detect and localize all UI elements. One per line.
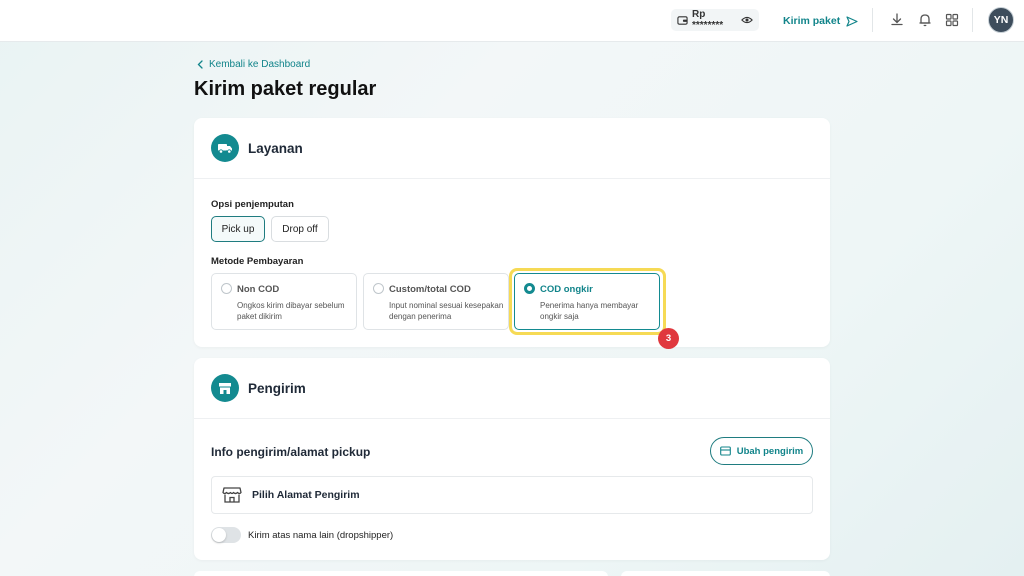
payment-method-label: Metode Pembayaran bbox=[211, 256, 304, 267]
apps-grid-icon[interactable] bbox=[944, 12, 960, 28]
top-bar: Rp ******** Kirim paket YN bbox=[0, 0, 1024, 42]
send-icon bbox=[846, 15, 858, 27]
pengirim-card: Pengirim Info pengirim/alamat pickup Uba… bbox=[194, 358, 830, 560]
download-icon[interactable] bbox=[889, 12, 905, 28]
payment-option-title: Custom/total COD bbox=[389, 284, 471, 295]
back-link-label: Kembali ke Dashboard bbox=[209, 59, 311, 70]
pengirim-title: Pengirim bbox=[248, 380, 306, 396]
chevron-left-icon bbox=[197, 60, 203, 69]
store-icon bbox=[211, 374, 239, 402]
eye-icon[interactable] bbox=[741, 15, 753, 25]
payment-option-non-cod[interactable]: Non COD Ongkos kirim dibayar sebelum pak… bbox=[211, 273, 357, 330]
back-to-dashboard-link[interactable]: Kembali ke Dashboard bbox=[197, 59, 310, 70]
pengirim-card-header: Pengirim bbox=[194, 358, 830, 419]
payment-option-custom-cod[interactable]: Custom/total COD Input nominal sesuai ke… bbox=[363, 273, 509, 330]
id-card-icon bbox=[719, 446, 731, 456]
balance-chip[interactable]: Rp ******** bbox=[671, 9, 759, 31]
truck-icon bbox=[211, 134, 239, 162]
divider bbox=[972, 8, 973, 32]
payment-option-description: Penerima hanya membayar ongkir saja bbox=[540, 301, 639, 321]
dropshipper-toggle[interactable] bbox=[211, 527, 241, 543]
radio-button-selected[interactable] bbox=[524, 283, 535, 294]
payment-option-description: Ongkos kirim dibayar sebelum paket dikir… bbox=[237, 301, 345, 321]
dropshipper-label: Kirim atas nama lain (dropshipper) bbox=[248, 529, 394, 541]
change-sender-label: Ubah pengirim bbox=[736, 445, 804, 457]
address-placeholder: Pilih Alamat Pengirim bbox=[252, 489, 360, 501]
layanan-card-header: Layanan bbox=[194, 118, 830, 179]
divider bbox=[872, 8, 873, 32]
page-title: Kirim paket regular bbox=[194, 78, 377, 100]
bell-icon[interactable] bbox=[917, 12, 933, 28]
next-card-left bbox=[194, 571, 608, 576]
layanan-title: Layanan bbox=[248, 140, 303, 156]
send-package-label: Kirim paket bbox=[783, 15, 841, 27]
wallet-icon bbox=[677, 15, 688, 25]
store-icon bbox=[222, 487, 242, 503]
payment-option-title: COD ongkir bbox=[540, 284, 593, 295]
radio-button[interactable] bbox=[373, 283, 384, 294]
select-sender-address[interactable]: Pilih Alamat Pengirim bbox=[211, 476, 813, 514]
user-avatar[interactable]: YN bbox=[988, 7, 1014, 33]
dropshipper-row: Kirim atas nama lain (dropshipper) bbox=[211, 527, 393, 543]
sender-info-title: Info pengirim/alamat pickup bbox=[211, 445, 371, 459]
pickup-option-pickup[interactable]: Pick up bbox=[211, 216, 265, 242]
balance-value: Rp ******** bbox=[692, 9, 724, 31]
pickup-option-dropoff[interactable]: Drop off bbox=[271, 216, 329, 242]
payment-option-title: Non COD bbox=[237, 284, 280, 295]
payment-option-description: Input nominal sesuai kesepakan dengan pe… bbox=[389, 301, 504, 321]
layanan-card: Layanan Opsi penjemputan Pick up Drop of… bbox=[194, 118, 830, 349]
pickup-option-label: Opsi penjemputan bbox=[211, 199, 294, 210]
change-sender-button[interactable]: Ubah pengirim bbox=[710, 437, 813, 465]
send-package-link[interactable]: Kirim paket bbox=[783, 12, 858, 30]
payment-option-cod-ongkir[interactable]: COD ongkir Penerima hanya membayar ongki… bbox=[514, 273, 660, 330]
step-number-badge: 3 bbox=[658, 328, 679, 349]
radio-button[interactable] bbox=[221, 283, 232, 294]
next-card-right bbox=[621, 571, 830, 576]
